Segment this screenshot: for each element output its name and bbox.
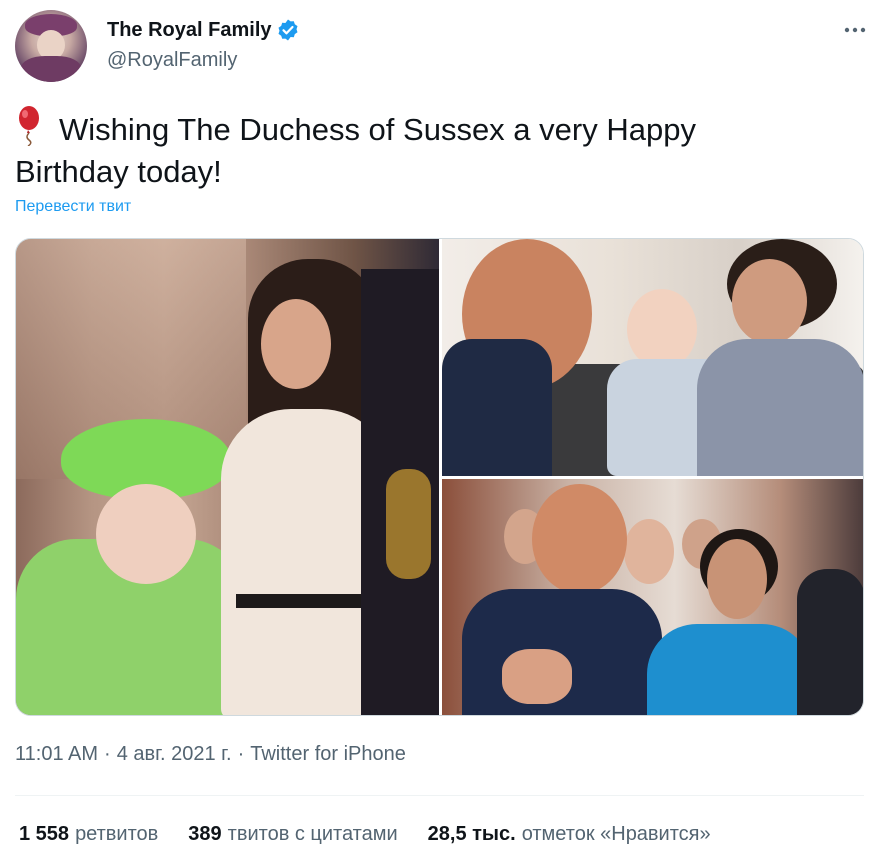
queen-face-shape xyxy=(96,484,196,584)
author-handle[interactable]: @RoyalFamily xyxy=(107,49,237,72)
crowd-face-2 xyxy=(624,519,674,584)
meta-separator: · xyxy=(104,743,111,765)
stats-divider xyxy=(15,795,864,796)
balloon-icon xyxy=(15,106,45,147)
retweets-count: 1 558 xyxy=(19,823,70,845)
prince-head-shape-2 xyxy=(532,484,627,594)
more-options-icon[interactable] xyxy=(841,16,869,44)
duchess-blouse-shape xyxy=(697,339,863,476)
guest-dark-suit-shape xyxy=(797,569,863,715)
quote-tweets-stat[interactable]: 389 твитов с цитатами xyxy=(188,823,397,846)
avatar-coat-shape xyxy=(21,56,81,82)
likes-count: 28,5 тыс. xyxy=(427,823,516,845)
photo-couple-applauding[interactable] xyxy=(442,479,863,715)
prince-hands-shape xyxy=(502,649,572,704)
duchess-face-shape-2 xyxy=(732,259,807,344)
duchess-blue-dress-shape xyxy=(647,624,812,715)
media-grid xyxy=(15,238,864,716)
tweet-stats: 1 558 ретвитов 389 твитов с цитатами 28,… xyxy=(19,823,711,846)
translate-tweet-link[interactable]: Перевести твит xyxy=(15,198,131,216)
author-name-row: The Royal Family xyxy=(107,18,300,42)
retweets-label: ретвитов xyxy=(75,823,159,845)
gold-embroidery-shape xyxy=(386,469,431,579)
author-display-name[interactable]: The Royal Family xyxy=(107,19,272,42)
quotes-label: твитов с цитатами xyxy=(227,823,398,845)
duchess-belt-shape xyxy=(236,594,376,608)
tweet-header: The Royal Family @RoyalFamily xyxy=(15,10,873,82)
duchess-face-shape xyxy=(261,299,331,389)
tweet-date[interactable]: 4 авг. 2021 г. xyxy=(117,743,232,766)
tweet-source-link[interactable]: Twitter for iPhone xyxy=(250,743,406,766)
photo-duchess-and-queen[interactable] xyxy=(16,239,439,715)
meta-separator: · xyxy=(237,743,245,765)
author-avatar[interactable] xyxy=(15,10,87,82)
likes-label: отметок «Нравится» xyxy=(521,823,711,845)
retweets-stat[interactable]: 1 558 ретвитов xyxy=(19,823,158,846)
prince-suit-shape xyxy=(442,339,552,476)
quotes-count: 389 xyxy=(188,823,222,845)
tweet-body-text: Wishing The Duchess of Sussex a very Hap… xyxy=(15,112,696,189)
verified-badge-icon xyxy=(276,18,300,42)
tweet-meta: 11:01 AM · 4 авг. 2021 г. · Twitter for … xyxy=(15,743,406,766)
likes-stat[interactable]: 28,5 тыс. отметок «Нравится» xyxy=(428,823,711,846)
baby-head-shape xyxy=(627,289,697,369)
tweet-text: Wishing The Duchess of Sussex a very Hap… xyxy=(15,106,815,193)
tweet-time[interactable]: 11:01 AM xyxy=(15,743,98,766)
photo-family-with-baby[interactable] xyxy=(442,239,863,476)
duchess-face-shape-3 xyxy=(707,539,767,619)
